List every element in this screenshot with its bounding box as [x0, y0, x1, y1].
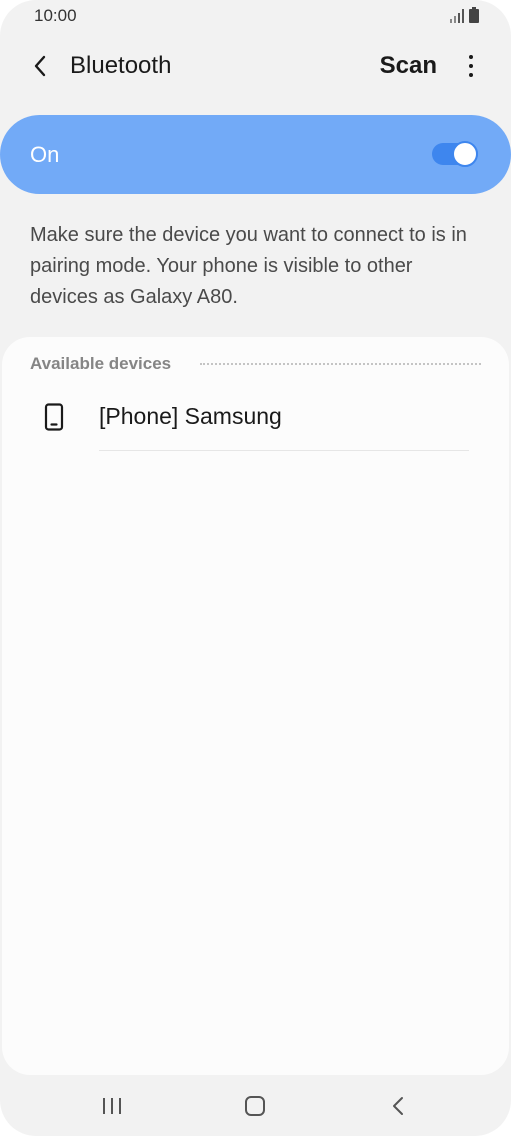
device-divider	[99, 450, 469, 451]
device-name: [Phone] Samsung	[99, 403, 282, 429]
page-title: Bluetooth	[70, 52, 172, 79]
navigation-bar	[0, 1078, 511, 1134]
section-divider	[200, 363, 481, 365]
more-vertical-icon	[469, 55, 473, 59]
toggle-thumb	[452, 141, 478, 167]
nav-back-button[interactable]	[378, 1092, 418, 1120]
battery-icon	[469, 7, 479, 23]
back-icon	[393, 1097, 403, 1115]
home-button[interactable]	[235, 1092, 275, 1120]
app-bar: Bluetooth Scan	[0, 40, 511, 92]
available-devices-header: Available devices	[30, 354, 172, 373]
status-icons	[449, 7, 479, 23]
bluetooth-master-switch[interactable]: On	[0, 115, 511, 194]
bluetooth-toggle[interactable]	[432, 141, 478, 167]
status-bar: 10:00	[0, 0, 511, 32]
device-list-item[interactable]: [Phone] Samsung	[2, 387, 509, 451]
recents-button[interactable]	[92, 1092, 132, 1120]
available-devices-card: Available devices [Phone] Samsung	[2, 337, 509, 1075]
scan-button[interactable]: Scan	[380, 52, 437, 80]
home-icon	[245, 1096, 265, 1116]
phone-screen: 10:00 Bluetooth Scan On Make sure the de…	[0, 0, 511, 1136]
master-switch-label: On	[30, 142, 60, 167]
back-button[interactable]	[24, 48, 56, 84]
pairing-info-text: Make sure the device you want to connect…	[30, 224, 467, 308]
more-options-button[interactable]	[459, 52, 483, 80]
chevron-left-icon	[34, 55, 46, 77]
phone-icon	[44, 403, 64, 431]
recents-icon	[103, 1098, 121, 1114]
signal-icon	[450, 9, 464, 23]
status-time: 10:00	[34, 6, 77, 25]
